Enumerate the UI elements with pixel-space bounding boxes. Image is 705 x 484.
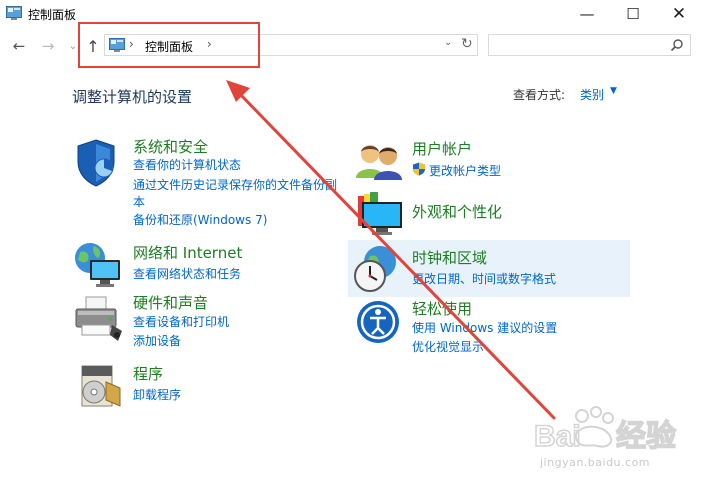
page-title: 调整计算机的设置 — [72, 88, 193, 106]
shield-icon[interactable] — [74, 138, 126, 188]
ease-of-access-icon[interactable] — [354, 298, 406, 348]
clock-globe-icon[interactable] — [352, 244, 404, 294]
users-icon[interactable] — [354, 138, 406, 188]
network-globe-icon[interactable] — [72, 240, 124, 290]
programs-disc-icon[interactable] — [76, 362, 128, 412]
category-ease-of-access[interactable]: 轻松使用 — [412, 298, 472, 319]
search-input[interactable] — [488, 34, 691, 56]
category-hardware-sound[interactable]: 硬件和声音 — [133, 292, 208, 313]
chevron-down-icon[interactable]: ▼ — [610, 86, 617, 96]
link-add-device[interactable]: 添加设备 — [133, 332, 181, 349]
link-backup-restore[interactable]: 备份和还原(Windows 7) — [133, 211, 267, 228]
link-optimize-visual-display[interactable]: 优化视觉显示 — [412, 338, 484, 355]
category-appearance[interactable]: 外观和个性化 — [412, 201, 502, 222]
back-button[interactable]: ← — [8, 36, 30, 56]
close-button[interactable]: ✕ — [656, 0, 702, 28]
link-network-status[interactable]: 查看网络状态和任务 — [133, 265, 241, 282]
annotation-highlight-box — [78, 22, 260, 68]
link-change-account-type[interactable]: 更改帐户类型 — [429, 162, 501, 179]
display-color-icon[interactable] — [354, 190, 406, 240]
minimize-button[interactable]: — — [564, 0, 610, 28]
forward-button[interactable]: → — [37, 36, 59, 56]
svg-text:经验: 经验 — [616, 419, 676, 453]
link-change-date-time-format[interactable]: 更改日期、时间或数字格式 — [412, 270, 556, 287]
uac-shield-icon — [413, 162, 425, 176]
link-uninstall-program[interactable]: 卸载程序 — [133, 386, 181, 403]
maximize-button[interactable]: ☐ — [610, 0, 656, 28]
category-user-accounts[interactable]: 用户帐户 — [412, 138, 472, 159]
category-network-internet[interactable]: 网络和 Internet — [133, 242, 242, 263]
category-clock-region[interactable]: 时钟和区域 — [412, 247, 487, 268]
control-panel-icon — [6, 6, 22, 20]
link-view-computer-status[interactable]: 查看你的计算机状态 — [133, 156, 241, 173]
link-file-history-backup[interactable]: 通过文件历史记录保存你的文件备份副 — [133, 176, 337, 193]
window-title: 控制面板 — [28, 8, 77, 22]
refresh-button[interactable]: ↻ — [461, 36, 473, 52]
search-icon[interactable] — [670, 38, 684, 52]
view-by-label: 查看方式: — [513, 88, 566, 102]
view-by-dropdown[interactable]: 类别 — [580, 86, 604, 103]
link-windows-recommended-settings[interactable]: 使用 Windows 建议的设置 — [412, 319, 557, 336]
category-system-security[interactable]: 系统和安全 — [133, 136, 208, 157]
watermark-url: jingyan.baidu.com — [540, 456, 651, 469]
category-programs[interactable]: 程序 — [133, 363, 163, 384]
svg-text:Bai: Bai — [534, 420, 581, 453]
link-file-history-backup-cont[interactable]: 本 — [133, 193, 145, 210]
chevron-down-icon[interactable]: ⌄ — [444, 37, 452, 48]
printer-icon[interactable] — [72, 295, 124, 345]
link-devices-printers[interactable]: 查看设备和打印机 — [133, 313, 229, 330]
